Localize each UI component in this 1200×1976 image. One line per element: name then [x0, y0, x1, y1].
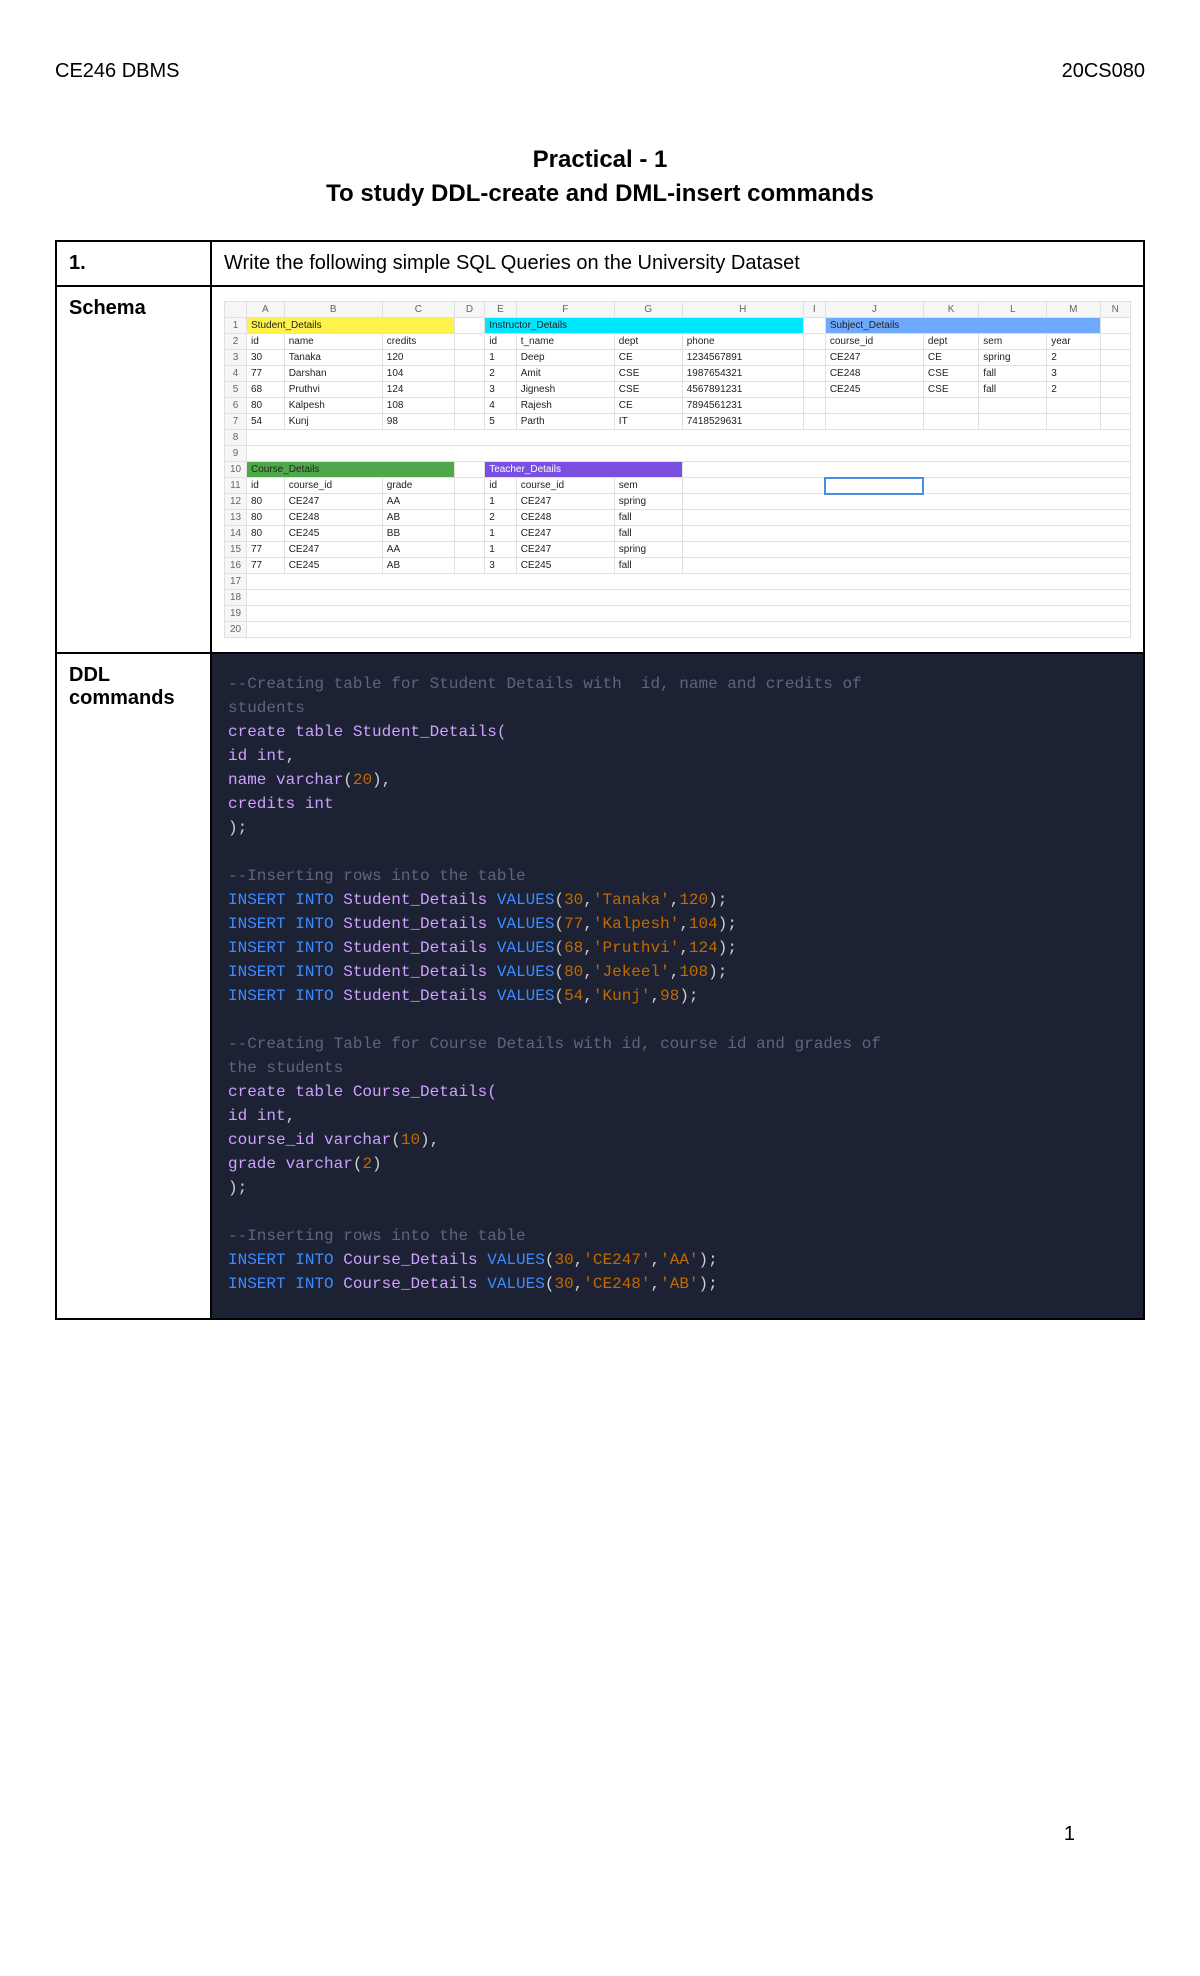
schema-cell: ABCDEFGHIJKLMN 1Student_DetailsInstructo…: [211, 286, 1144, 653]
title-block: Practical - 1 To study DDL-create and DM…: [55, 143, 1145, 210]
question-row: 1. Write the following simple SQL Querie…: [56, 241, 1144, 286]
page-header: CE246 DBMS 20CS080: [55, 60, 1145, 83]
sql-code: --Creating table for Student Details wit…: [212, 654, 1143, 1318]
header-left: CE246 DBMS: [55, 60, 180, 83]
code-cell: --Creating table for Student Details wit…: [211, 653, 1144, 1319]
title-line1: Practical - 1: [55, 143, 1145, 177]
spreadsheet: ABCDEFGHIJKLMN 1Student_DetailsInstructo…: [224, 301, 1131, 638]
ddl-row: DDL commands --Creating table for Studen…: [56, 653, 1144, 1319]
question-text: Write the following simple SQL Queries o…: [211, 241, 1144, 286]
main-table: 1. Write the following simple SQL Querie…: [55, 240, 1145, 1320]
title-line2: To study DDL-create and DML-insert comma…: [55, 177, 1145, 211]
page-number: 1: [1064, 1823, 1075, 1846]
question-number: 1.: [56, 241, 211, 286]
schema-label: Schema: [56, 286, 211, 653]
header-right: 20CS080: [1062, 60, 1145, 83]
ddl-label: DDL commands: [56, 653, 211, 1319]
schema-row: Schema ABCDEFGHIJKLMN 1Student_DetailsIn…: [56, 286, 1144, 653]
